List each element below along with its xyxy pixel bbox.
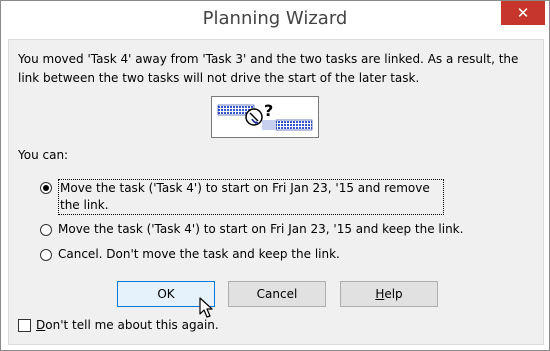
option-cancel-label: Cancel. Don't move the task and keep the… <box>58 247 340 261</box>
dialog-body: You moved 'Task 4' away from 'Task 3' an… <box>8 39 544 345</box>
cancel-button[interactable]: Cancel <box>228 281 326 307</box>
radio-keep-link[interactable] <box>40 224 52 236</box>
radio-remove-link[interactable] <box>40 182 52 194</box>
close-icon: ✕ <box>516 4 530 22</box>
dont-tell-again-row[interactable]: Don't tell me about this again. <box>18 318 219 332</box>
option-cancel[interactable]: Cancel. Don't move the task and keep the… <box>40 246 340 263</box>
option-keep-link-label: Move the task ('Task 4') to start on Fri… <box>58 222 464 236</box>
option-remove-link-label: Move the task ('Task 4') to start on Fri… <box>58 179 444 215</box>
dialog-title: Planning Wizard <box>202 8 348 29</box>
dont-tell-mnemonic: D <box>36 318 46 332</box>
task-link-question-icon: ? <box>211 96 319 138</box>
title-bar: Planning Wizard ✕ <box>1 1 549 39</box>
radio-cancel[interactable] <box>40 249 52 261</box>
option-remove-link[interactable]: Move the task ('Task 4') to start on Fri… <box>40 179 444 215</box>
message-text: You moved 'Task 4' away from 'Task 3' an… <box>18 52 519 85</box>
dont-tell-again-label: Don't tell me about this again. <box>36 318 219 332</box>
help-button[interactable]: Help <box>340 281 438 307</box>
option-keep-link[interactable]: Move the task ('Task 4') to start on Fri… <box>40 221 463 238</box>
svg-text:?: ? <box>264 101 273 120</box>
radio-selected-dot <box>43 185 49 191</box>
close-button[interactable]: ✕ <box>501 1 545 25</box>
dont-tell-rest: on't tell me about this again. <box>45 318 219 332</box>
planning-wizard-dialog: Planning Wizard ✕ You moved 'Task 4' awa… <box>0 0 550 351</box>
help-button-mnemonic: H <box>375 287 385 301</box>
mouse-cursor-icon <box>199 297 213 318</box>
help-button-label-rest: elp <box>384 287 403 301</box>
dont-tell-again-checkbox[interactable] <box>18 318 31 332</box>
you-can-label: You can: <box>18 148 69 162</box>
